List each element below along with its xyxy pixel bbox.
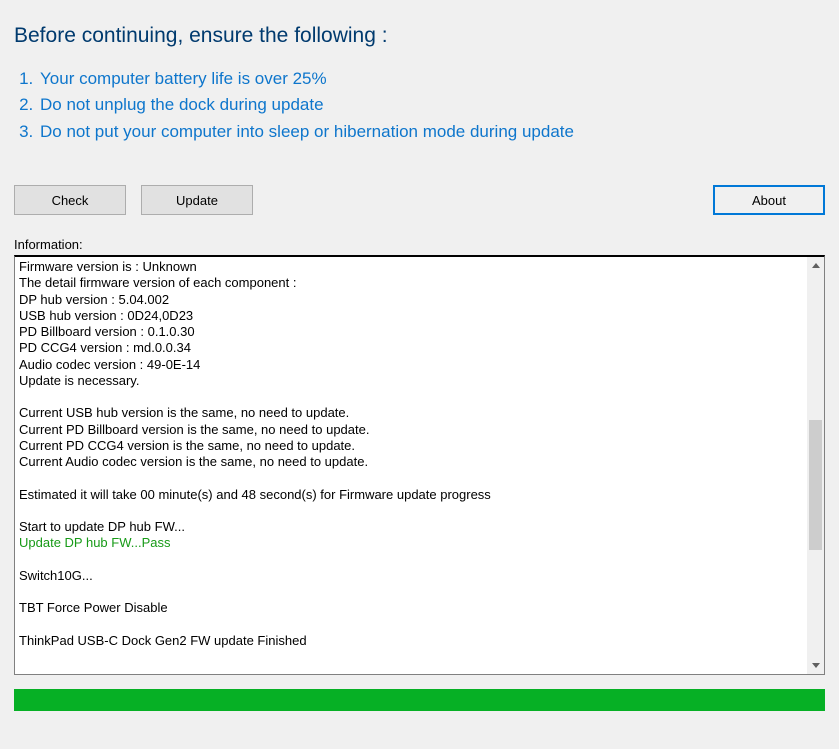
update-button[interactable]: Update bbox=[141, 185, 253, 215]
scroll-up-icon[interactable] bbox=[807, 257, 824, 274]
instruction-item: Do not unplug the dock during update bbox=[38, 92, 825, 118]
log-line: TBT Force Power Disable bbox=[19, 600, 168, 615]
about-button[interactable]: About bbox=[713, 185, 825, 215]
log-line: Update is necessary. bbox=[19, 373, 139, 388]
button-row: Check Update About bbox=[14, 185, 825, 215]
log-line: The detail firmware version of each comp… bbox=[19, 275, 296, 290]
heading: Before continuing, ensure the following … bbox=[14, 24, 825, 48]
progress-fill bbox=[14, 689, 825, 711]
log-line: Firmware version is : Unknown bbox=[19, 259, 197, 274]
check-button[interactable]: Check bbox=[14, 185, 126, 215]
log-line: Current USB hub version is the same, no … bbox=[19, 405, 349, 420]
scrollbar[interactable] bbox=[807, 257, 824, 674]
log-line: Audio codec version : 49-0E-14 bbox=[19, 357, 200, 372]
log-line: Update DP hub FW...Pass bbox=[19, 535, 171, 550]
information-content: Firmware version is : Unknown The detail… bbox=[15, 257, 807, 674]
log-line: ThinkPad USB-C Dock Gen2 FW update Finis… bbox=[19, 633, 307, 648]
log-line: Current PD CCG4 version is the same, no … bbox=[19, 438, 355, 453]
log-line: Switch10G... bbox=[19, 568, 93, 583]
log-line: PD CCG4 version : md.0.0.34 bbox=[19, 340, 191, 355]
scroll-down-icon[interactable] bbox=[807, 657, 824, 674]
log-line: DP hub version : 5.04.002 bbox=[19, 292, 169, 307]
log-line: Current Audio codec version is the same,… bbox=[19, 454, 368, 469]
instructions-list: Your computer battery life is over 25% D… bbox=[14, 66, 825, 145]
log-line: Start to update DP hub FW... bbox=[19, 519, 185, 534]
scroll-track[interactable] bbox=[807, 274, 824, 657]
log-line: Current PD Billboard version is the same… bbox=[19, 422, 369, 437]
log-line: USB hub version : 0D24,0D23 bbox=[19, 308, 193, 323]
scroll-thumb[interactable] bbox=[809, 420, 822, 550]
information-box: Firmware version is : Unknown The detail… bbox=[14, 255, 825, 675]
instruction-item: Do not put your computer into sleep or h… bbox=[38, 119, 825, 145]
information-label: Information: bbox=[14, 237, 825, 252]
progress-bar bbox=[14, 689, 825, 711]
log-line: Estimated it will take 00 minute(s) and … bbox=[19, 487, 491, 502]
log-line: PD Billboard version : 0.1.0.30 bbox=[19, 324, 195, 339]
instruction-item: Your computer battery life is over 25% bbox=[38, 66, 825, 92]
